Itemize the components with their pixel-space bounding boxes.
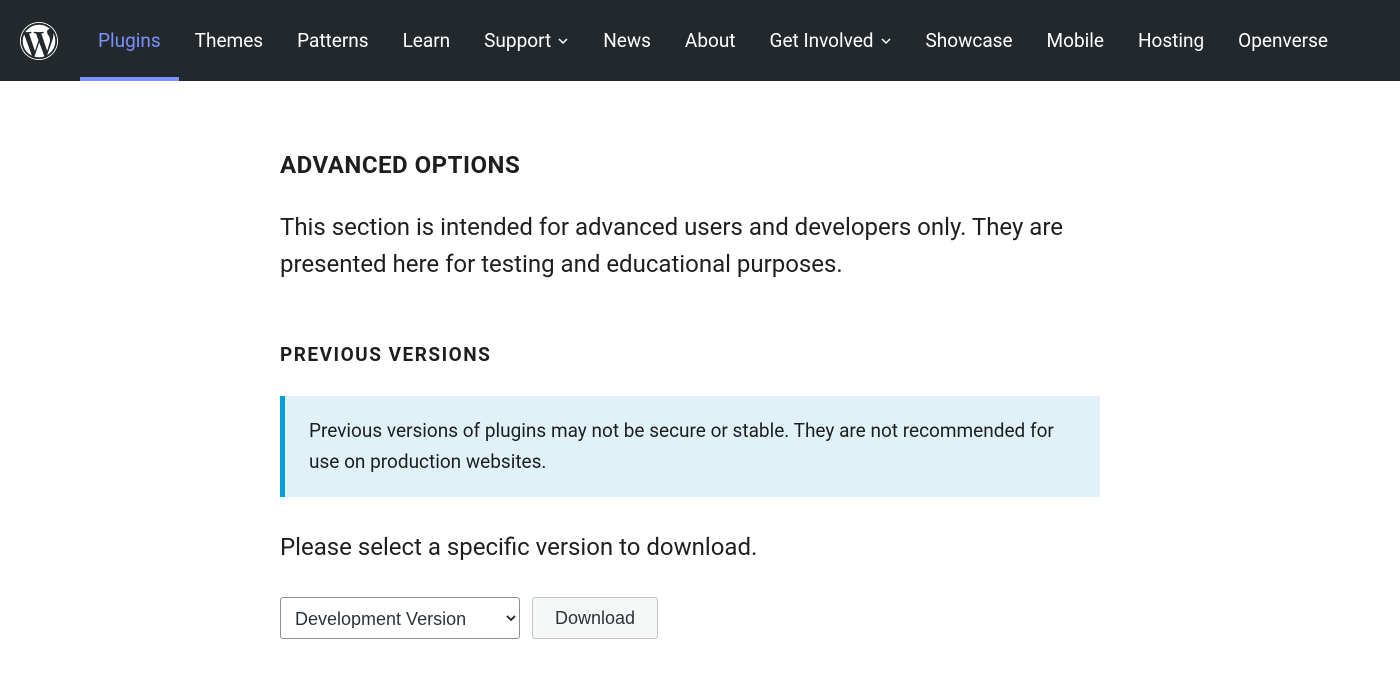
chevron-down-icon [880, 35, 892, 47]
top-navigation: Plugins Themes Patterns Learn Support Ne… [0, 0, 1400, 81]
nav-learn[interactable]: Learn [403, 0, 451, 81]
nav-label: Mobile [1047, 29, 1104, 52]
previous-versions-heading: PREVIOUS VERSIONS [280, 343, 1100, 366]
notice-text: Previous versions of plugins may not be … [309, 416, 1076, 477]
nav-label: About [685, 29, 736, 52]
wordpress-icon [20, 22, 58, 60]
select-prompt: Please select a specific version to down… [280, 533, 1100, 561]
nav-themes[interactable]: Themes [195, 0, 263, 81]
nav-label: News [603, 29, 651, 52]
download-button[interactable]: Download [532, 597, 658, 639]
nav-hosting[interactable]: Hosting [1138, 0, 1204, 81]
nav-get-involved[interactable]: Get Involved [770, 0, 892, 81]
nav-label: Support [484, 29, 551, 52]
nav-news[interactable]: News [603, 0, 651, 81]
download-controls: Development Version Download [280, 597, 1100, 639]
advanced-options-heading: ADVANCED OPTIONS [280, 151, 1100, 179]
nav-patterns[interactable]: Patterns [297, 0, 368, 81]
chevron-down-icon [557, 35, 569, 47]
nav-openverse[interactable]: Openverse [1238, 0, 1328, 81]
intro-text: This section is intended for advanced us… [280, 209, 1100, 283]
version-select[interactable]: Development Version [280, 597, 520, 639]
nav-label: Plugins [98, 29, 161, 52]
nav-label: Get Involved [770, 29, 874, 52]
nav-plugins[interactable]: Plugins [98, 0, 161, 81]
nav-items: Plugins Themes Patterns Learn Support Ne… [98, 0, 1328, 81]
nav-label: Showcase [926, 29, 1013, 52]
warning-notice: Previous versions of plugins may not be … [280, 396, 1100, 497]
nav-label: Hosting [1138, 29, 1204, 52]
nav-showcase[interactable]: Showcase [926, 0, 1013, 81]
nav-label: Learn [403, 29, 451, 52]
main-content: ADVANCED OPTIONS This section is intende… [280, 81, 1120, 679]
nav-about[interactable]: About [685, 0, 736, 81]
nav-label: Openverse [1238, 29, 1328, 52]
nav-label: Themes [195, 29, 263, 52]
nav-support[interactable]: Support [484, 0, 569, 81]
nav-mobile[interactable]: Mobile [1047, 0, 1104, 81]
wordpress-logo[interactable] [20, 22, 58, 60]
nav-label: Patterns [297, 29, 368, 52]
